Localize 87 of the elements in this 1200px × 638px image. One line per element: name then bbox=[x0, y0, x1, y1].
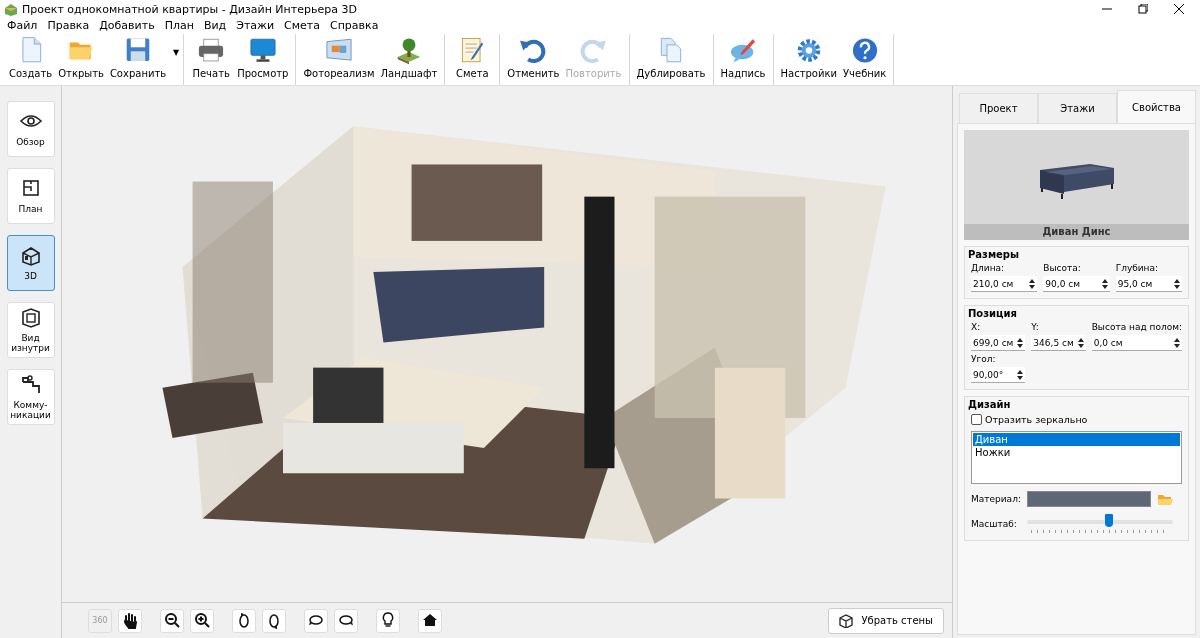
restore-icon bbox=[1138, 4, 1148, 14]
rotate-left-icon bbox=[236, 612, 252, 629]
spin-arrows-icon bbox=[1015, 368, 1026, 381]
section-title: Позиция bbox=[968, 308, 1018, 319]
view-mode-button[interactable]: Комму-никации bbox=[6, 369, 55, 425]
menu-item[interactable]: Смета bbox=[279, 18, 325, 34]
view-mode-button[interactable]: 3D bbox=[6, 235, 55, 291]
spin-field[interactable]: 699,0 см bbox=[971, 335, 1026, 351]
field-label: Y: bbox=[1031, 322, 1040, 332]
hand-icon bbox=[122, 612, 138, 629]
toolbar-button[interactable]: Фотореализм bbox=[300, 34, 378, 85]
spin-field[interactable]: 95,0 см bbox=[1115, 276, 1182, 292]
spin-arrows-icon bbox=[1172, 277, 1182, 290]
menu-item[interactable]: Файл bbox=[2, 18, 43, 34]
house-icon bbox=[19, 244, 42, 267]
preview-caption: Диван Динс bbox=[964, 224, 1189, 240]
view-mode-button[interactable]: Обзор bbox=[6, 101, 55, 157]
field-label: Высота над полом: bbox=[1091, 322, 1182, 332]
slider-thumb[interactable] bbox=[1104, 514, 1113, 527]
folder-icon bbox=[1157, 492, 1173, 506]
spin-arrows-icon bbox=[1099, 277, 1110, 290]
dropdown-arrow[interactable]: ▼ bbox=[173, 48, 180, 57]
field-label: Угол: bbox=[971, 354, 997, 364]
spin-arrows-icon bbox=[1027, 277, 1038, 290]
list-item[interactable]: Диван bbox=[973, 433, 1180, 446]
menu-item[interactable]: Добавить bbox=[94, 18, 160, 34]
menu-item[interactable]: Вид bbox=[198, 18, 232, 34]
view-tool-button[interactable] bbox=[376, 608, 400, 633]
toolbar-button[interactable]: Ландшафт bbox=[377, 34, 441, 85]
zoom-in-icon bbox=[194, 612, 210, 629]
toolbar-button[interactable]: Смета bbox=[449, 34, 496, 85]
spin-field[interactable]: 0,0 см bbox=[1091, 335, 1182, 351]
view-tool-button[interactable] bbox=[418, 608, 442, 633]
toolbar-button[interactable]: Дублировать bbox=[633, 34, 709, 85]
menu-item[interactable]: Правка bbox=[42, 18, 95, 34]
close-icon bbox=[1174, 4, 1184, 14]
cube-icon bbox=[839, 613, 854, 628]
toolbar-button[interactable]: Учебник bbox=[840, 34, 890, 85]
view-tool-button[interactable] bbox=[304, 608, 328, 633]
view-tool-button[interactable] bbox=[118, 608, 142, 633]
view-tool-button[interactable] bbox=[232, 608, 256, 633]
tab[interactable]: Свойства bbox=[1117, 90, 1196, 123]
view-mode-button[interactable]: Вид изнутри bbox=[6, 302, 55, 358]
menu-item[interactable]: Этажи bbox=[231, 18, 280, 34]
room-interior-icon bbox=[19, 306, 42, 329]
remove-walls-button[interactable]: Убрать стены bbox=[828, 607, 944, 634]
toolbar-button[interactable]: Создать bbox=[6, 34, 56, 85]
spin-arrows-icon bbox=[1172, 336, 1182, 349]
toolbar-button[interactable]: Настройки bbox=[777, 34, 840, 85]
toolbar-button[interactable]: Печать bbox=[188, 34, 235, 85]
section-title: Размеры bbox=[968, 249, 1021, 260]
material-swatch[interactable] bbox=[1027, 491, 1151, 507]
view-tool-button[interactable] bbox=[334, 608, 358, 633]
rotate-right-icon bbox=[266, 612, 282, 629]
field-label: Длина: bbox=[971, 263, 1006, 273]
view-tool-button[interactable] bbox=[160, 608, 184, 633]
spin-arrows-icon bbox=[1075, 336, 1086, 349]
spin-field[interactable]: 210,0 см bbox=[971, 276, 1038, 292]
field-label: Материал: bbox=[971, 494, 1021, 504]
list-item[interactable]: Ножки bbox=[973, 446, 1180, 459]
spin-arrows-icon bbox=[1015, 336, 1026, 349]
tab[interactable]: Проект bbox=[959, 93, 1038, 123]
menu-item[interactable]: Справка bbox=[325, 18, 384, 34]
toolbar-button[interactable]: Отменить bbox=[504, 34, 563, 85]
toolbar-button[interactable]: Просмотр bbox=[234, 34, 292, 85]
tab[interactable]: Этажи bbox=[1038, 93, 1117, 123]
view-tool-button[interactable] bbox=[190, 608, 214, 633]
view-tool-button[interactable] bbox=[262, 608, 286, 633]
home-icon bbox=[422, 612, 438, 629]
spin-field[interactable]: 90,0 см bbox=[1043, 276, 1110, 292]
app-logo-icon bbox=[4, 2, 18, 16]
window-title: Проект однокомнатной квартиры - Дизайн Интерьера 3D bbox=[22, 2, 358, 16]
field-label: Глубина: bbox=[1115, 263, 1160, 273]
checkbox[interactable] bbox=[971, 414, 982, 425]
field-label: Высота: bbox=[1043, 263, 1082, 273]
checkbox-label: Отразить зеркально bbox=[985, 414, 1088, 425]
menu-item[interactable]: План bbox=[159, 18, 199, 34]
toolbar-button[interactable]: Открыть bbox=[55, 34, 107, 85]
spin-field[interactable]: 346,5 см bbox=[1031, 335, 1086, 351]
section-title: Дизайн bbox=[968, 399, 1012, 410]
toolbar-button[interactable]: Надпись bbox=[717, 34, 769, 85]
zoom-out-icon bbox=[164, 612, 180, 629]
view-mode-button[interactable]: План bbox=[6, 168, 55, 224]
field-label: Масштаб: bbox=[971, 519, 1018, 529]
light-bulb-icon bbox=[380, 612, 396, 629]
spin-field[interactable]: 90,00° bbox=[971, 367, 1026, 383]
field-label: X: bbox=[971, 322, 982, 332]
